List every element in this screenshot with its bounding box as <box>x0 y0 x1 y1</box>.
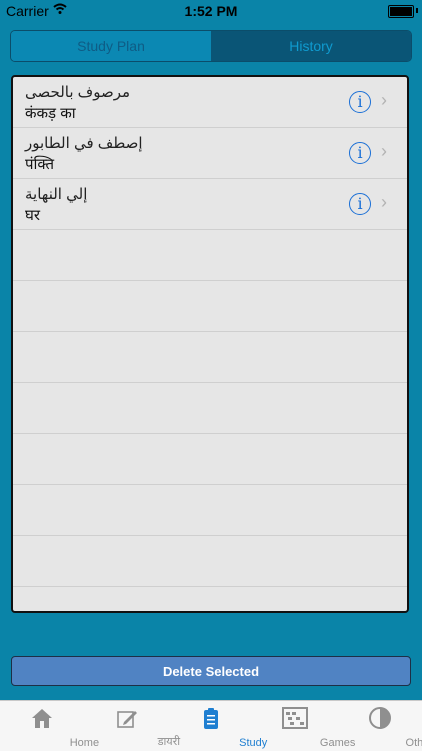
tab-bar: Home डायरी Study Games Oth <box>0 700 422 751</box>
info-icon[interactable]: i <box>349 91 371 113</box>
arabic-phrase: إصطف في الطابور <box>25 135 143 152</box>
contrast-icon <box>368 707 391 729</box>
arabic-phrase: إلي النهاية <box>25 186 88 203</box>
delete-selected-button[interactable]: Delete Selected <box>11 656 411 686</box>
clipboard-icon <box>204 708 219 729</box>
tab-others[interactable]: Others <box>338 701 422 751</box>
empty-row <box>13 332 407 383</box>
list-item[interactable]: مرصوف بالحصى कंकड़ का i › <box>13 77 407 128</box>
segment-history[interactable]: History <box>211 31 411 61</box>
info-icon[interactable]: i <box>349 142 371 164</box>
tab-diary[interactable]: डायरी <box>84 701 180 751</box>
tab-home[interactable]: Home <box>0 701 99 751</box>
battery-tip <box>416 8 418 13</box>
tab-games[interactable]: Games <box>253 701 355 751</box>
segmented-control: Study Plan History <box>10 30 412 62</box>
list-item[interactable]: إلي النهاية घर i › <box>13 179 407 230</box>
delete-selected-label: Delete Selected <box>162 663 260 679</box>
tab-study[interactable]: Study <box>169 701 267 751</box>
clock: 1:52 PM <box>184 3 238 19</box>
segment-history-label: History <box>289 38 333 54</box>
abacus-icon <box>282 707 309 729</box>
hindi-translation: पंक्ति <box>25 156 54 173</box>
hindi-translation: कंकड़ का <box>25 105 76 122</box>
info-icon[interactable]: i <box>349 193 371 215</box>
arabic-phrase: مرصوف بالحصى <box>25 84 131 101</box>
chevron-right-icon: › <box>381 141 387 161</box>
empty-row <box>13 434 407 485</box>
chevron-right-icon: › <box>381 192 387 212</box>
home-icon <box>32 709 53 728</box>
segment-study-plan-label: Study Plan <box>77 38 145 54</box>
hindi-translation: घर <box>25 207 41 224</box>
chevron-right-icon: › <box>381 90 387 110</box>
history-list: مرصوف بالحصى कंकड़ का i › إصطف في الطابو… <box>11 75 409 613</box>
battery-icon <box>388 5 414 18</box>
tab-others-label: Others <box>405 737 422 749</box>
status-bar: Carrier 1:52 PM <box>0 0 422 24</box>
empty-row <box>13 587 407 611</box>
empty-row <box>13 383 407 434</box>
list-item[interactable]: إصطف في الطابور पंक्ति i › <box>13 128 407 179</box>
empty-row <box>13 485 407 536</box>
empty-row <box>13 536 407 587</box>
pencil-edit-icon <box>116 711 137 728</box>
segment-study-plan[interactable]: Study Plan <box>11 31 211 61</box>
empty-row <box>13 230 407 281</box>
empty-row <box>13 281 407 332</box>
